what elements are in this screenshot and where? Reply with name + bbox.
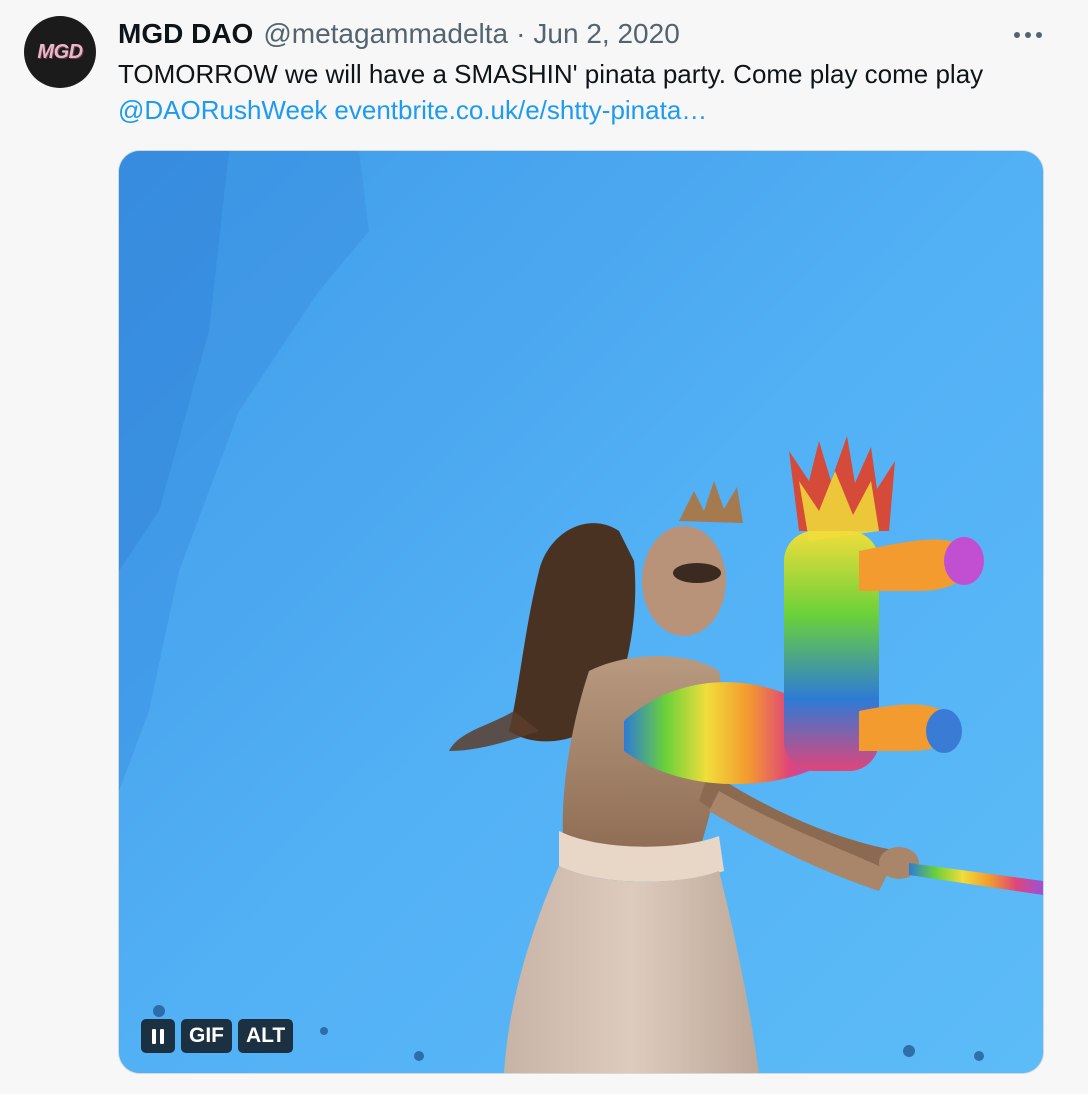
- gif-media[interactable]: GIF ALT: [118, 150, 1044, 1074]
- tweet: MGD MGD DAO @metagammadelta · Jun 2, 202…: [0, 0, 1088, 1094]
- separator-dot: ·: [516, 18, 526, 49]
- avatar-logo-text: MGD: [37, 40, 83, 63]
- user-handle[interactable]: @metagammadelta: [263, 18, 508, 50]
- pause-button[interactable]: [141, 1019, 175, 1053]
- more-horizontal-icon: [1014, 32, 1042, 38]
- gif-badge: GIF: [181, 1019, 232, 1053]
- tweet-header: MGD DAO @metagammadelta · Jun 2, 2020: [118, 16, 680, 52]
- external-link[interactable]: eventbrite.co.uk/e/shtty-pinata…: [334, 95, 707, 125]
- gif-frame-image: [119, 151, 1043, 1073]
- mention-link[interactable]: @DAORushWeek: [118, 95, 327, 125]
- pause-icon: [152, 1028, 164, 1044]
- more-options-button[interactable]: [1008, 20, 1048, 50]
- tweet-text: TOMORROW we will have a SMASHIN' pinata …: [118, 59, 984, 89]
- avatar[interactable]: MGD: [24, 16, 96, 88]
- media-controls: GIF ALT: [141, 1019, 294, 1053]
- tweet-links: @DAORushWeek eventbrite.co.uk/e/shtty-pin…: [118, 92, 707, 128]
- tweet-date[interactable]: Jun 2, 2020: [533, 18, 679, 50]
- display-name[interactable]: MGD DAO: [118, 18, 253, 50]
- alt-text-button[interactable]: ALT: [238, 1019, 294, 1053]
